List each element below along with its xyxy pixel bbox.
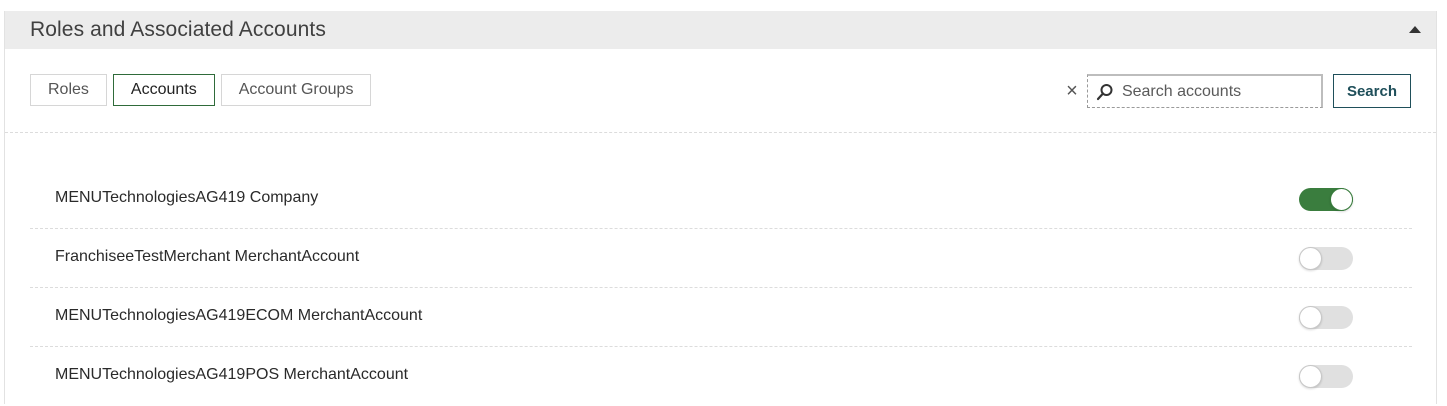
- toggle-knob: [1330, 188, 1353, 211]
- search-area: × Search: [1063, 74, 1411, 108]
- account-name: FranchiseeTestMerchant MerchantAccount: [55, 248, 360, 265]
- account-name: MENUTechnologiesAG419ECOM MerchantAccoun…: [55, 307, 423, 324]
- account-toggle[interactable]: [1299, 247, 1353, 270]
- account-toggle[interactable]: [1299, 365, 1353, 388]
- account-name: MENUTechnologiesAG419POS MerchantAccount: [55, 366, 409, 383]
- toggle-knob: [1299, 306, 1322, 329]
- close-icon[interactable]: ×: [1063, 81, 1081, 101]
- account-toggle[interactable]: [1299, 306, 1353, 329]
- search-button[interactable]: Search: [1332, 74, 1411, 108]
- account-toggle[interactable]: [1299, 188, 1353, 211]
- toggle-knob: [1299, 365, 1322, 388]
- tab-account-groups[interactable]: Account Groups: [220, 74, 372, 106]
- caret-up-icon[interactable]: [1409, 26, 1421, 33]
- list-item: MENUTechnologiesAG419POS MerchantAccount: [30, 347, 1412, 406]
- panel-title: Roles and Associated Accounts: [30, 18, 326, 41]
- tab-accounts[interactable]: Accounts: [112, 74, 215, 106]
- divider: [5, 132, 1436, 133]
- toggle-knob: [1299, 247, 1322, 270]
- tab-bar: Roles Accounts Account Groups: [30, 74, 372, 106]
- roles-accounts-panel: Roles and Associated Accounts Roles Acco…: [4, 11, 1437, 404]
- list-item: MENUTechnologiesAG419 Company: [30, 170, 1412, 229]
- tab-roles[interactable]: Roles: [30, 74, 107, 106]
- account-name: MENUTechnologiesAG419 Company: [55, 189, 319, 206]
- search-field[interactable]: [1086, 74, 1323, 108]
- list-item: FranchiseeTestMerchant MerchantAccount: [30, 229, 1412, 288]
- account-list: MENUTechnologiesAG419 Company Franchisee…: [30, 170, 1412, 406]
- search-icon: [1096, 83, 1113, 100]
- search-input[interactable]: [1119, 81, 1314, 102]
- panel-header: Roles and Associated Accounts: [5, 11, 1436, 49]
- list-item: MENUTechnologiesAG419ECOM MerchantAccoun…: [30, 288, 1412, 347]
